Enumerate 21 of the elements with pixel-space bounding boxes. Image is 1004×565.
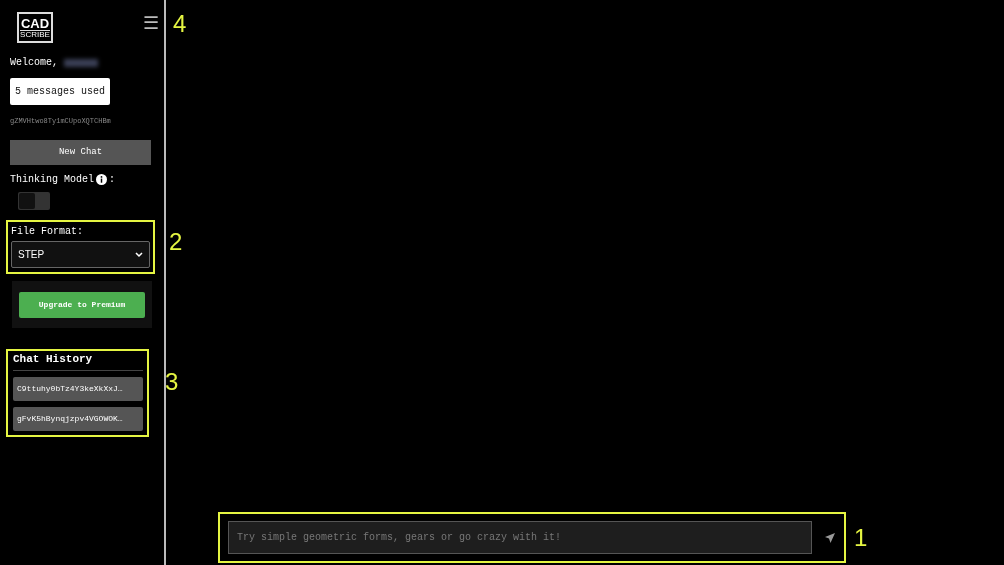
annotation-number: 2 bbox=[169, 230, 183, 254]
annotation-number: 1 bbox=[854, 525, 868, 550]
info-icon[interactable] bbox=[96, 174, 107, 185]
chevron-down-icon bbox=[135, 251, 143, 258]
logo: CAD SCRIBE bbox=[17, 12, 53, 43]
section-title: Chat History bbox=[13, 351, 143, 371]
prompt-input[interactable]: Try simple geometric forms, gears or go crazy with it! bbox=[228, 521, 812, 554]
send-icon[interactable] bbox=[824, 531, 836, 544]
new-chat-button[interactable]: New Chat bbox=[10, 139, 151, 165]
annotation-number: 3 bbox=[165, 370, 179, 395]
colon-text: : bbox=[109, 173, 116, 187]
welcome-text: Welcome, bbox=[10, 56, 58, 70]
history-item[interactable]: gFvK5hBynqjzpv4VGOWOK… bbox=[13, 406, 143, 431]
history-item[interactable]: C9ttuhy0bTz4Y3keXkXxJ… bbox=[13, 376, 143, 401]
format-select[interactable]: STEP bbox=[11, 241, 150, 268]
thinking-model-label: Thinking Model bbox=[10, 173, 94, 187]
menu-button[interactable]: ☰ bbox=[137, 15, 165, 33]
annotation-number: 4 bbox=[173, 12, 187, 36]
toggle-switch[interactable] bbox=[18, 192, 50, 210]
usage-counter: 5 messages used bbox=[10, 78, 110, 105]
field-label: File Format: bbox=[11, 225, 84, 239]
